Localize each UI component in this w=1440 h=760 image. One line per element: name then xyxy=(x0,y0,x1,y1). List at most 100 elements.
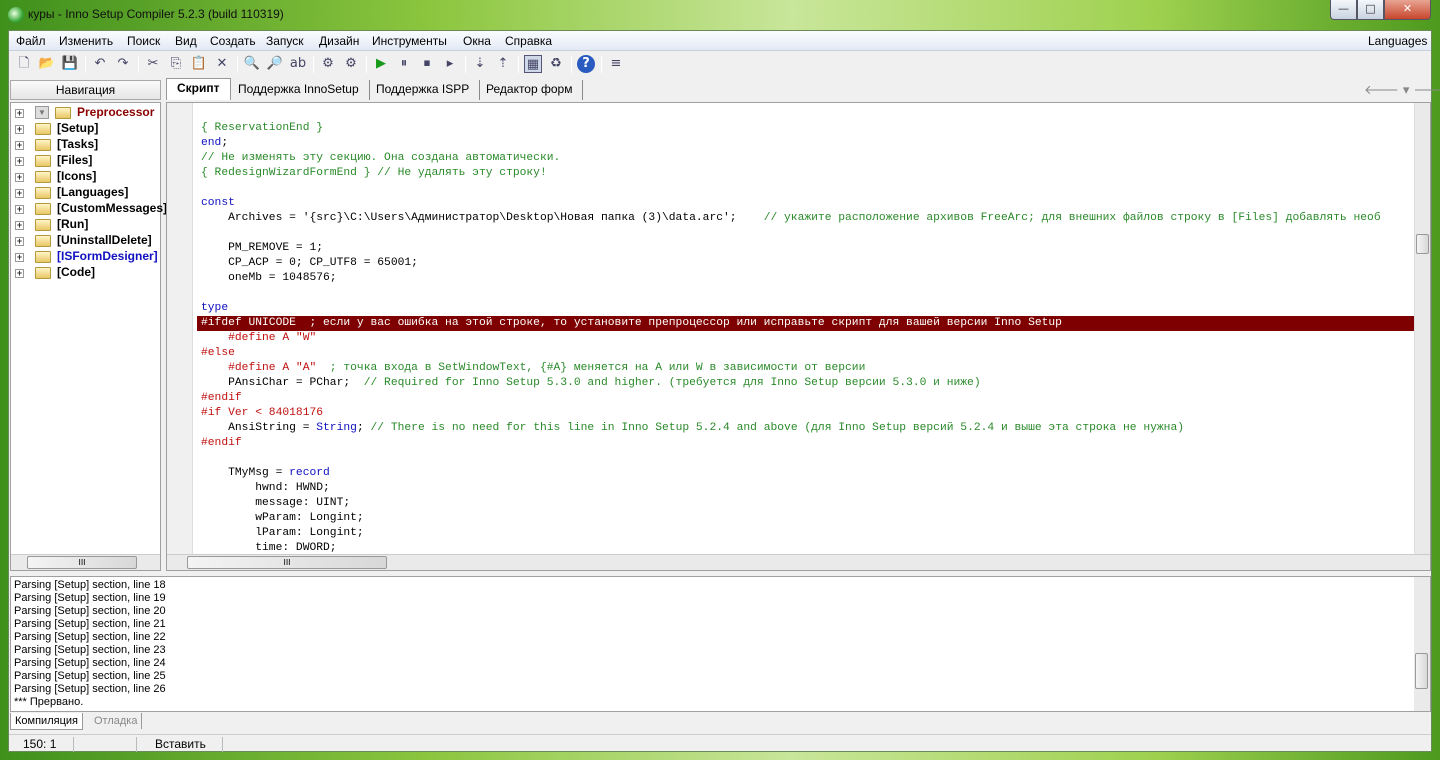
delete-icon[interactable]: ✕ xyxy=(213,55,231,73)
code-line[interactable]: #else xyxy=(201,346,1415,361)
scroll-thumb[interactable] xyxy=(1415,653,1428,689)
find-icon[interactable]: 🔍 xyxy=(243,55,261,73)
code-line[interactable]: { RedesignWizardFormEnd } // Не удалять … xyxy=(201,166,1415,181)
menu-design[interactable]: Дизайн xyxy=(319,34,359,48)
dropdown-icon[interactable]: ▼ xyxy=(35,106,49,119)
menu-run[interactable]: Запуск xyxy=(266,34,304,48)
menu-file[interactable]: Файл xyxy=(16,34,46,48)
code-line[interactable]: #if Ver < 84018176 xyxy=(201,406,1415,421)
expand-icon[interactable]: + xyxy=(15,157,24,166)
tab-ispp-help[interactable]: Поддержка ISPP xyxy=(366,80,481,100)
code-line[interactable]: #define A "A" ; точка входа в SetWindowT… xyxy=(201,361,1415,376)
menu-create[interactable]: Создать xyxy=(210,34,256,48)
code-line[interactable]: hwnd: HWND; xyxy=(201,481,1415,496)
paste-icon[interactable]: 📋 xyxy=(190,55,208,73)
save-icon[interactable]: 💾 xyxy=(61,55,79,73)
code-line[interactable]: end; xyxy=(201,136,1415,151)
maximize-button[interactable]: □ xyxy=(1357,0,1384,20)
menu-view[interactable]: Вид xyxy=(175,34,197,48)
menu-help[interactable]: Справка xyxy=(505,34,552,48)
code-editor[interactable]: { ReservationEnd } end;// Не изменять эту… xyxy=(166,102,1431,571)
minimize-button[interactable]: — xyxy=(1330,0,1357,20)
copy-icon[interactable]: ⎘ xyxy=(167,55,185,73)
open-file-icon[interactable]: 📂 xyxy=(38,55,56,73)
code-line[interactable]: #endif xyxy=(201,391,1415,406)
cut-icon[interactable]: ✂ xyxy=(144,55,162,73)
stop-icon[interactable]: ⏹ xyxy=(418,55,436,73)
compile-icon[interactable]: ⚙ xyxy=(319,55,337,73)
code-line[interactable]: CP_ACP = 0; CP_UTF8 = 65001; xyxy=(201,256,1415,271)
forward-arrow-icon[interactable]: 🡒 xyxy=(1413,83,1440,98)
trace-icon[interactable]: ⇡ xyxy=(494,55,512,73)
tab-innosetup-help[interactable]: Поддержка InnoSetup xyxy=(228,80,370,100)
menu-windows[interactable]: Окна xyxy=(463,34,491,48)
output-vertical-scrollbar[interactable] xyxy=(1414,577,1430,711)
code-line[interactable] xyxy=(201,226,1415,241)
tab-debug[interactable]: Отладка xyxy=(90,713,143,729)
code-line[interactable]: oneMb = 1048576; xyxy=(201,271,1415,286)
code-token: #define A "W" xyxy=(201,332,317,344)
expand-icon[interactable]: + xyxy=(15,205,24,214)
expand-icon[interactable]: + xyxy=(15,221,24,230)
scroll-thumb[interactable]: III xyxy=(27,556,137,569)
undo-icon[interactable]: ↶ xyxy=(91,55,109,73)
step-icon[interactable]: ▸ xyxy=(441,55,459,73)
expand-icon[interactable]: + xyxy=(15,237,24,246)
scroll-thumb[interactable]: III xyxy=(187,556,387,569)
form-designer-icon[interactable]: ▦ xyxy=(524,55,542,73)
pause-icon[interactable]: ⏸ xyxy=(395,55,413,73)
code-line[interactable]: message: UINT; xyxy=(201,496,1415,511)
run-icon[interactable]: ▶ xyxy=(372,55,390,73)
code-line[interactable]: type xyxy=(201,301,1415,316)
tab-form-editor[interactable]: Редактор форм xyxy=(476,80,584,100)
new-file-icon[interactable]: 🗋 xyxy=(15,55,33,73)
code-line[interactable] xyxy=(201,451,1415,466)
menu-tools[interactable]: Инструменты xyxy=(372,34,447,48)
code-token: // Required for Inno Setup 5.3.0 and hig… xyxy=(363,377,981,389)
tab-script[interactable]: Скрипт xyxy=(166,78,231,100)
code-line[interactable]: PM_REMOVE = 1; xyxy=(201,241,1415,256)
expand-icon[interactable]: + xyxy=(15,125,24,134)
expand-icon[interactable]: + xyxy=(15,269,24,278)
code-line[interactable]: const xyxy=(201,196,1415,211)
code-line[interactable]: // Не изменять эту секцию. Она создана а… xyxy=(201,151,1415,166)
expand-icon[interactable]: + xyxy=(15,189,24,198)
expand-icon[interactable]: + xyxy=(15,109,24,118)
expand-icon[interactable]: + xyxy=(15,173,24,182)
help-icon[interactable]: ? xyxy=(577,55,595,73)
code-line[interactable]: #ifdef UNICODE ; если у вас ошибка на эт… xyxy=(197,316,1415,331)
expand-icon[interactable]: + xyxy=(15,253,24,262)
code-line[interactable]: AnsiString = String; // There is no need… xyxy=(201,421,1415,436)
code-line[interactable] xyxy=(201,286,1415,301)
menu-search[interactable]: Поиск xyxy=(127,34,160,48)
dropdown-icon[interactable]: ▾ xyxy=(1403,83,1414,98)
navigation-header[interactable]: Навигация xyxy=(10,80,161,100)
code-line[interactable]: { ReservationEnd } xyxy=(201,121,1415,136)
code-line[interactable]: #endif xyxy=(201,436,1415,451)
code-line[interactable]: wParam: Longint; xyxy=(201,511,1415,526)
back-arrow-icon[interactable]: 🡐 xyxy=(1364,83,1403,98)
wrap-icon[interactable]: ≡ xyxy=(607,55,625,73)
compile-options-icon[interactable]: ⚙ xyxy=(342,55,360,73)
redo-icon[interactable]: ↷ xyxy=(114,55,132,73)
menu-languages[interactable]: Languages xyxy=(1368,34,1427,48)
code-line[interactable]: TMyMsg = record xyxy=(201,466,1415,481)
code-line[interactable]: PAnsiChar = PChar; // Required for Inno … xyxy=(201,376,1415,391)
menu-edit[interactable]: Изменить xyxy=(59,34,113,48)
breakpoint-icon[interactable]: ⇣ xyxy=(471,55,489,73)
code-line[interactable] xyxy=(201,181,1415,196)
code-line[interactable]: #define A "W" xyxy=(201,331,1415,346)
code-lines[interactable]: { ReservationEnd } end;// Не изменять эту… xyxy=(197,121,1415,556)
find-next-icon[interactable]: 🔎 xyxy=(266,55,284,73)
replace-icon[interactable]: ab xyxy=(289,55,307,73)
nav-horizontal-scrollbar[interactable]: III xyxy=(11,554,160,570)
recycle-icon[interactable]: ♻ xyxy=(547,55,565,73)
tab-compile[interactable]: Компиляция xyxy=(10,713,83,730)
editor-vertical-scrollbar[interactable] xyxy=(1414,103,1430,555)
code-line[interactable]: Archives = '{src}\C:\Users\Администратор… xyxy=(201,211,1415,226)
expand-icon[interactable]: + xyxy=(15,141,24,150)
editor-horizontal-scrollbar[interactable]: III xyxy=(167,554,1430,570)
code-line[interactable]: lParam: Longint; xyxy=(201,526,1415,541)
scroll-thumb[interactable] xyxy=(1416,234,1429,254)
close-button[interactable]: ✕ xyxy=(1384,0,1431,20)
